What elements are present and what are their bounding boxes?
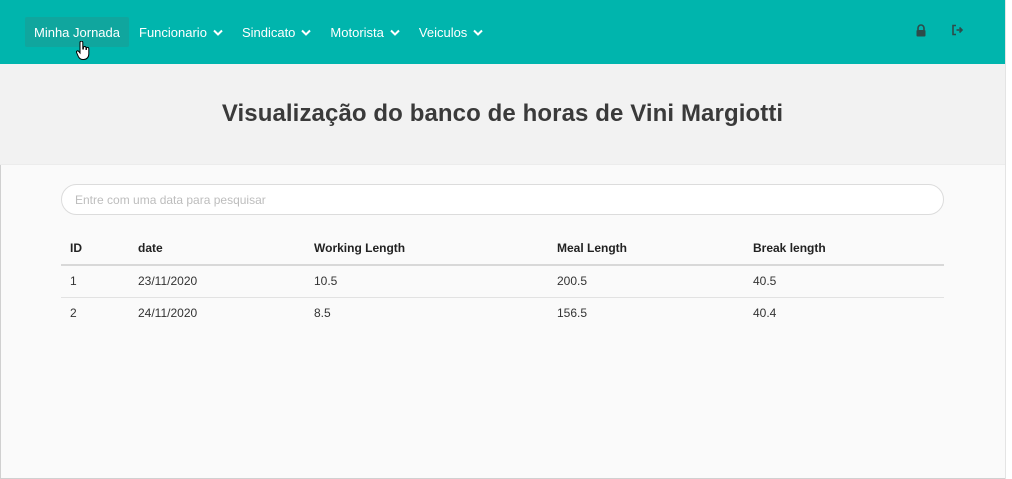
- nav-item-sindicato[interactable]: Sindicato: [233, 17, 320, 47]
- nav-item-label: Funcionario: [139, 24, 207, 40]
- chevron-down-icon: [473, 29, 484, 36]
- nav-item-funcionario[interactable]: Funcionario: [130, 17, 232, 47]
- top-navbar: Minha Jornada Funcionario Sindicato Moto…: [0, 0, 1005, 64]
- lock-icon[interactable]: [915, 24, 929, 38]
- page-header: Visualização do banco de horas de Vini M…: [0, 64, 1005, 165]
- cell-id: 2: [70, 306, 77, 321]
- column-header-date: date: [129, 232, 305, 266]
- cell-working-length: 10.5: [305, 265, 548, 298]
- cell-date: 24/11/2020: [138, 306, 198, 321]
- cell-id: 1: [61, 265, 129, 298]
- nav-item-motorista[interactable]: Motorista: [321, 17, 408, 47]
- page-title: Visualização do banco de horas de Vini M…: [221, 100, 784, 127]
- navbar-actions: [915, 24, 965, 38]
- column-header-meal-length: Meal Length: [548, 232, 744, 266]
- nav-item-veiculos[interactable]: Veiculos: [410, 17, 492, 47]
- nav-item-label: Motorista: [330, 24, 384, 40]
- hours-bank-table: ID date Working Length Meal Length Break…: [61, 232, 944, 329]
- nav-item-label: Veiculos: [418, 24, 468, 40]
- cell-break-length: 40.5: [744, 265, 944, 298]
- column-header-working-length: Working Length: [305, 232, 548, 266]
- scrollbar-track[interactable]: [1005, 0, 1012, 479]
- column-header-break-length: Break length: [744, 232, 944, 266]
- chevron-down-icon: [213, 29, 223, 36]
- nav-item-label: Sindicato: [241, 24, 296, 40]
- cell-working-length: 8.5: [314, 306, 331, 321]
- sign-out-icon[interactable]: [951, 24, 965, 38]
- table-row: 1 23/11/2020 10.5 200.5 40.5: [61, 265, 944, 298]
- table-header-row: ID date Working Length Meal Length Break…: [61, 232, 944, 266]
- cell-meal-length: 156.5: [557, 306, 588, 321]
- chevron-down-icon: [390, 29, 400, 36]
- chevron-down-icon: [301, 29, 312, 36]
- table-row: 2 24/11/2020 8.5 156.5 40.4: [61, 297, 944, 329]
- nav-item-label: Minha Jornada: [34, 24, 120, 40]
- cell-date: 23/11/2020: [129, 265, 305, 298]
- column-header-id: ID: [61, 232, 129, 266]
- cell-break-length: 40.4: [753, 306, 777, 321]
- date-search-input[interactable]: [61, 184, 944, 215]
- hand-cursor-icon: [76, 40, 90, 61]
- cell-meal-length: 200.5: [548, 265, 744, 298]
